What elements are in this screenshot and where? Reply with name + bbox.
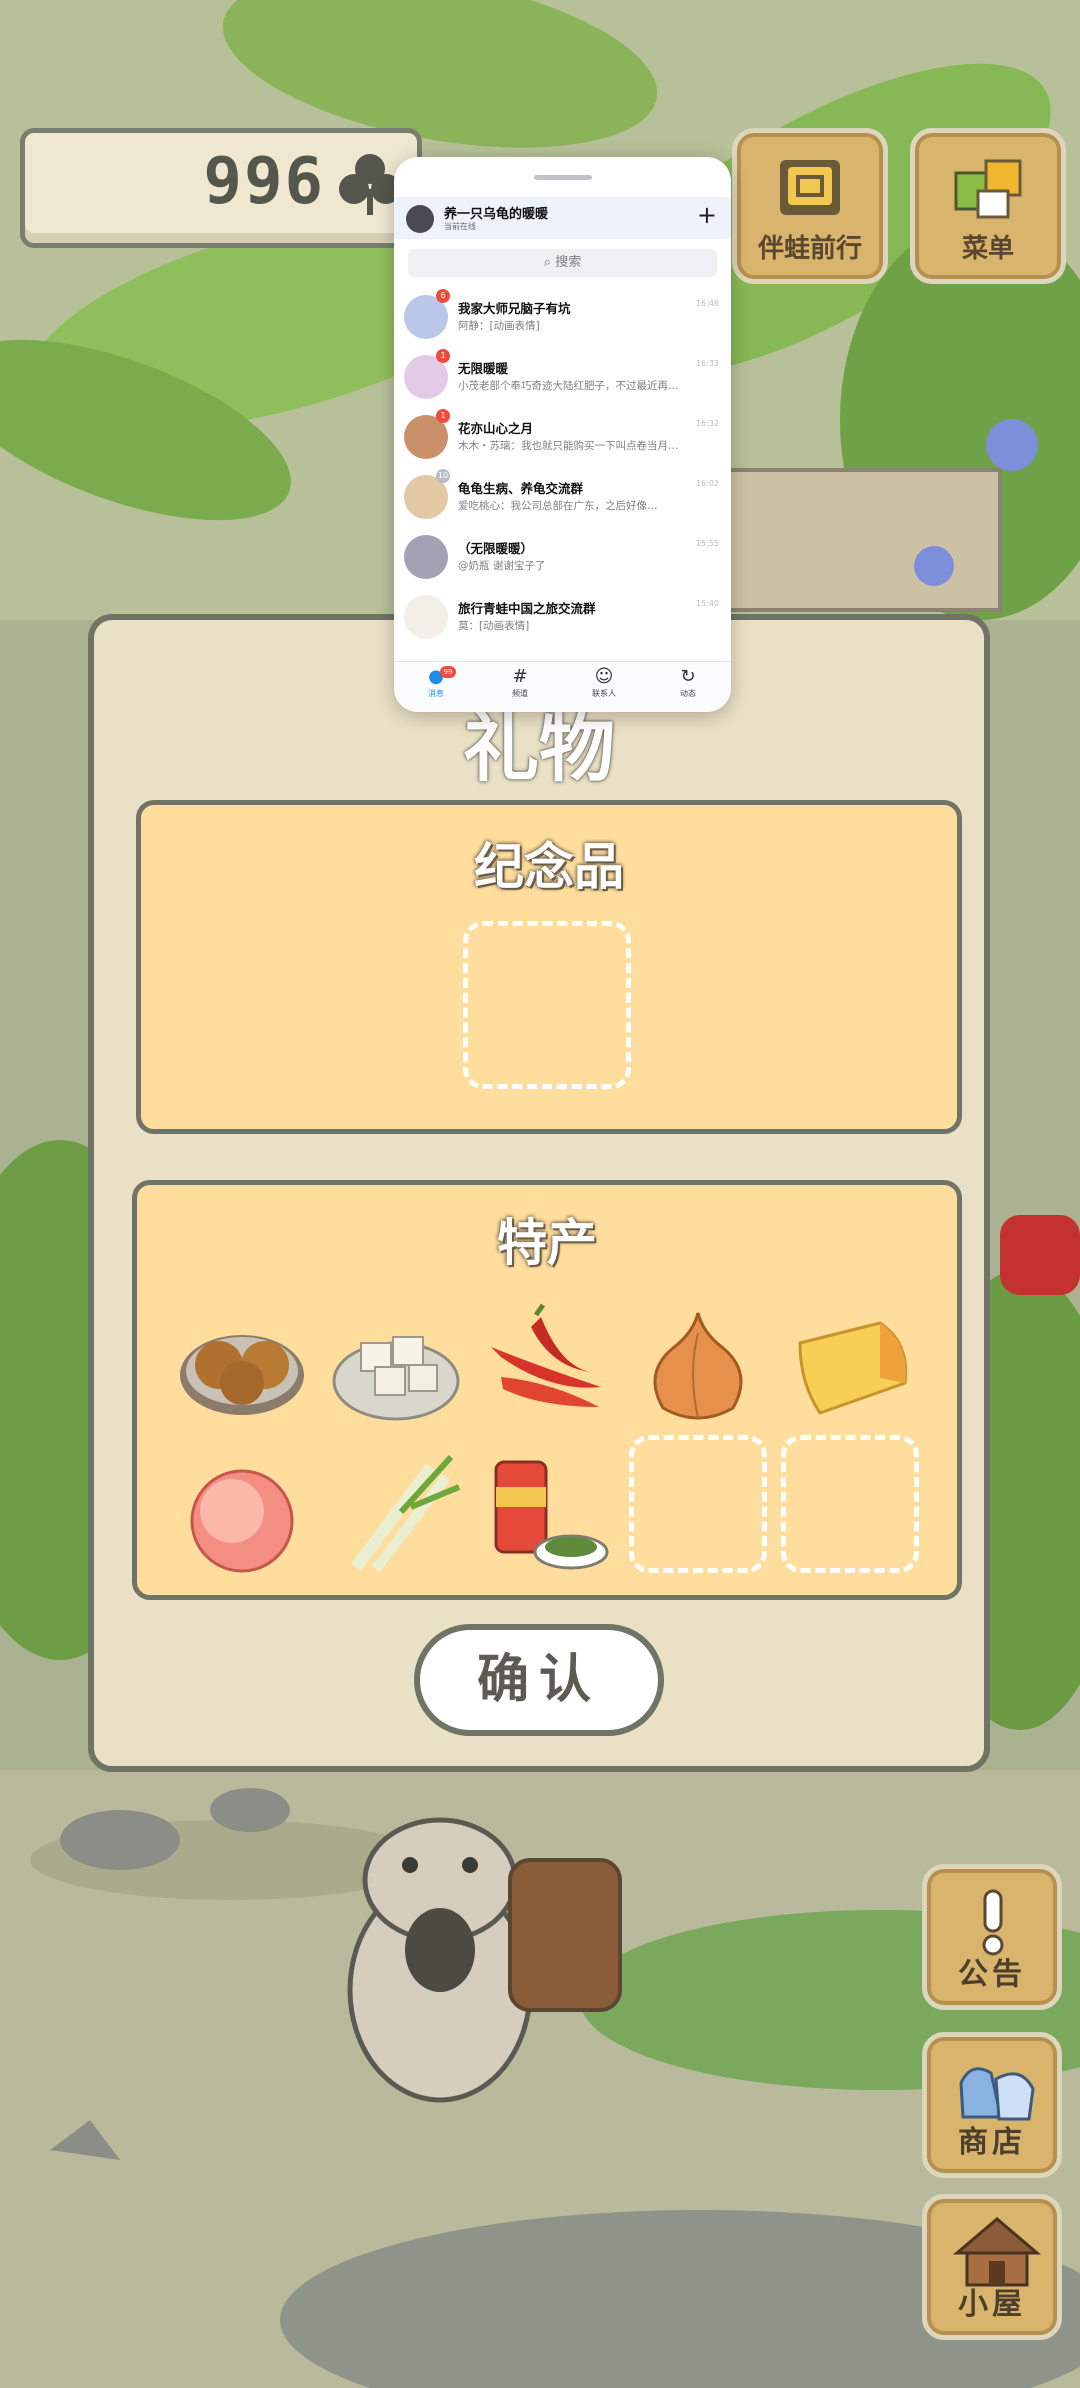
conversation-title: 我家大师兄脑子有坑 bbox=[458, 301, 571, 316]
conversation-time: 15:55 bbox=[695, 539, 719, 548]
tab-label: 动态 bbox=[680, 689, 696, 698]
list-item[interactable]: 1 无限暖暖 小茂老部个奉巧奇迹大陆红肥子，不过最近再… 16:33 bbox=[394, 347, 731, 407]
gift-panel: 礼物 纪念品 特产 bbox=[88, 614, 990, 1772]
specialty-section: 特产 bbox=[132, 1180, 962, 1600]
tab-label: 联系人 bbox=[592, 689, 616, 698]
shop-bag-icon bbox=[959, 2067, 1035, 2121]
tab-messages[interactable]: ● 99 消息 bbox=[406, 666, 466, 699]
conversation-title: 旅行青蛙中国之旅交流群 bbox=[458, 601, 596, 616]
conversation-title: 花亦山心之月 bbox=[458, 421, 534, 436]
account-status: 当前在线 bbox=[444, 222, 476, 231]
specialty-title: 特产 bbox=[497, 1214, 597, 1272]
list-item[interactable]: 旅行青蛙中国之旅交流群 莫：[动画表情] 15:40 bbox=[394, 587, 731, 647]
unread-badge: 10 bbox=[436, 469, 450, 483]
drag-handle[interactable] bbox=[534, 175, 592, 180]
clover-count: 996 bbox=[203, 145, 325, 219]
tab-bar: ● 99 消息 # 频道 ☺ 联系人 ↻ 动态 bbox=[394, 661, 731, 712]
conversation-title: （无限暖暖） bbox=[458, 541, 534, 556]
menu-cards-icon bbox=[954, 159, 1022, 219]
unread-badge: 1 bbox=[436, 409, 450, 423]
house-icon bbox=[952, 2217, 1042, 2287]
list-item[interactable]: 1 花亦山心之月 木木・苏璃：我也就只能购买一下叫点卷当月… 16:32 bbox=[394, 407, 731, 467]
frog-travel-button[interactable]: 伴蛙前行 bbox=[732, 128, 888, 284]
conversation-preview: 阿静：[动画表情] bbox=[458, 320, 540, 332]
hash-icon: # bbox=[512, 666, 528, 687]
account-name: 养一只乌龟的暖暖 bbox=[444, 207, 549, 222]
tofu-icon[interactable] bbox=[331, 1303, 461, 1433]
conversation-time: 16:02 bbox=[695, 479, 719, 488]
chat-floating-window[interactable]: 养一只乌龟的暖暖 当前在线 + ⌕ 搜索 6 我家大师兄脑子有坑 阿静：[动画表… bbox=[394, 157, 731, 712]
search-input[interactable]: ⌕ 搜索 bbox=[408, 249, 717, 277]
plus-icon[interactable]: + bbox=[697, 203, 717, 227]
avatar[interactable] bbox=[406, 205, 434, 233]
conversation-preview: @奶瓶 谢谢宝子了 bbox=[458, 560, 546, 572]
conversation-preview: 木木・苏璃：我也就只能购买一下叫点卷当月… bbox=[458, 440, 679, 452]
shop-label: 商店 bbox=[958, 2125, 1026, 2160]
conversation-preview: 小茂老部个奉巧奇迹大陆红肥子，不过最近再… bbox=[458, 380, 679, 392]
unread-badge: 6 bbox=[436, 289, 450, 303]
contact-icon: ☺ bbox=[594, 666, 614, 687]
list-item[interactable]: （无限暖暖） @奶瓶 谢谢宝子了 15:55 bbox=[394, 527, 731, 587]
conversation-time: 16:32 bbox=[695, 419, 719, 428]
tab-channels[interactable]: # 频道 bbox=[490, 666, 550, 699]
announcement-label: 公告 bbox=[958, 1957, 1026, 1992]
message-icon: ● bbox=[428, 666, 444, 687]
tab-label: 消息 bbox=[428, 689, 444, 698]
menu-label: 菜单 bbox=[961, 234, 1014, 264]
frog-travel-label: 伴蛙前行 bbox=[757, 234, 862, 264]
search-icon: ⌕ bbox=[543, 255, 556, 270]
conversation-time: 15:40 bbox=[695, 599, 719, 608]
tea-can-icon[interactable] bbox=[481, 1447, 611, 1577]
tab-moments[interactable]: ↻ 动态 bbox=[658, 666, 718, 699]
exclamation-icon bbox=[982, 1889, 1004, 1956]
mooncake-icon[interactable] bbox=[177, 1303, 307, 1433]
onion-icon[interactable] bbox=[633, 1303, 763, 1433]
avatar bbox=[404, 595, 448, 639]
unread-badge: 1 bbox=[436, 349, 450, 363]
frog-journal-icon bbox=[780, 160, 840, 215]
announcement-button[interactable]: 公告 bbox=[922, 1864, 1062, 2010]
peach-icon[interactable] bbox=[177, 1451, 307, 1581]
menu-button[interactable]: 菜单 bbox=[910, 128, 1066, 284]
cheese-icon[interactable] bbox=[785, 1303, 915, 1433]
shop-button[interactable]: 商店 bbox=[922, 2032, 1062, 2178]
tab-contacts[interactable]: ☺ 联系人 bbox=[574, 666, 634, 699]
avatar bbox=[404, 535, 448, 579]
house-button[interactable]: 小屋 bbox=[922, 2194, 1062, 2340]
unread-badge: 99 bbox=[440, 666, 456, 678]
conversation-title: 龟龟生病、养龟交流群 bbox=[458, 481, 584, 496]
clover-counter: 996 bbox=[20, 128, 422, 248]
list-item[interactable]: 6 我家大师兄脑子有坑 阿静：[动画表情] 16:48 bbox=[394, 287, 731, 347]
house-label: 小屋 bbox=[958, 2287, 1026, 2322]
conversation-preview: 莫：[动画表情] bbox=[458, 620, 530, 632]
conversation-time: 16:33 bbox=[695, 359, 719, 368]
souvenir-section: 纪念品 bbox=[136, 800, 962, 1134]
confirm-button[interactable]: 确认 bbox=[414, 1624, 664, 1736]
list-item[interactable]: 10 龟龟生病、养龟交流群 爱吃桃心：我公司总部在广东，之后好像… 16:02 bbox=[394, 467, 731, 527]
chili-icon[interactable] bbox=[481, 1297, 611, 1427]
chat-header: 养一只乌龟的暖暖 当前在线 + bbox=[394, 197, 731, 239]
souvenir-title: 纪念品 bbox=[474, 838, 624, 896]
refresh-icon: ↻ bbox=[680, 666, 696, 687]
conversation-title: 无限暖暖 bbox=[458, 361, 509, 376]
conversation-time: 16:48 bbox=[695, 299, 719, 308]
specialty-slot-empty[interactable] bbox=[629, 1435, 767, 1573]
souvenir-slot-empty[interactable] bbox=[463, 921, 631, 1089]
search-placeholder: 搜索 bbox=[555, 255, 582, 270]
scallion-icon[interactable] bbox=[331, 1447, 461, 1577]
tab-label: 频道 bbox=[512, 689, 528, 698]
specialty-slot-empty[interactable] bbox=[781, 1435, 919, 1573]
conversation-preview: 爱吃桃心：我公司总部在广东，之后好像… bbox=[458, 500, 658, 512]
